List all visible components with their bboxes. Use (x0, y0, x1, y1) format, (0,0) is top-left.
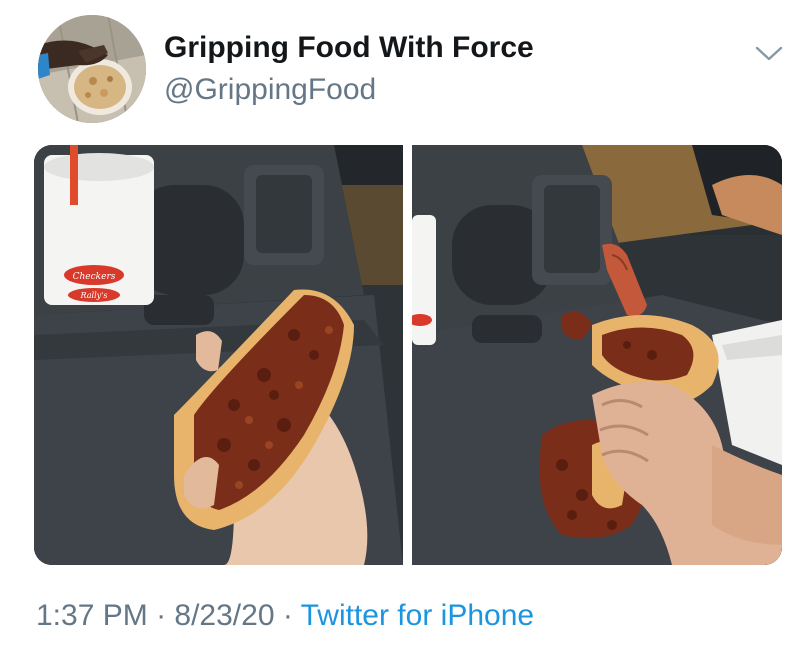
timestamp-separator: · (147, 599, 175, 632)
avatar-image (38, 15, 146, 123)
avatar[interactable] (38, 15, 146, 123)
cup-brand-text: Checkers (73, 272, 116, 282)
media-divider (403, 145, 412, 565)
tweet-time[interactable]: 1:37 PM (36, 599, 148, 632)
tweet-source-link[interactable]: Twitter for iPhone (301, 599, 534, 632)
media-grid: Checkers Rally's (34, 145, 782, 565)
tweet-date[interactable]: 8/23/20 (174, 599, 274, 632)
photo-hotdog-crushed[interactable] (412, 145, 782, 565)
tweet-header: Gripping Food With Force @GrippingFood (0, 0, 800, 140)
photo-hotdog-intact[interactable]: Checkers Rally's (34, 145, 403, 565)
timestamp-separator: · (274, 599, 301, 632)
author-block[interactable]: Gripping Food With Force @GrippingFood (164, 30, 534, 108)
display-name[interactable]: Gripping Food With Force (164, 30, 534, 66)
tweet-timestamp: 1:37 PM · 8/23/20 · Twitter for iPhone (36, 598, 534, 634)
chevron-down-icon[interactable] (754, 40, 784, 66)
cup-sub-text: Rally's (80, 291, 108, 300)
user-handle[interactable]: @GrippingFood (164, 72, 534, 108)
